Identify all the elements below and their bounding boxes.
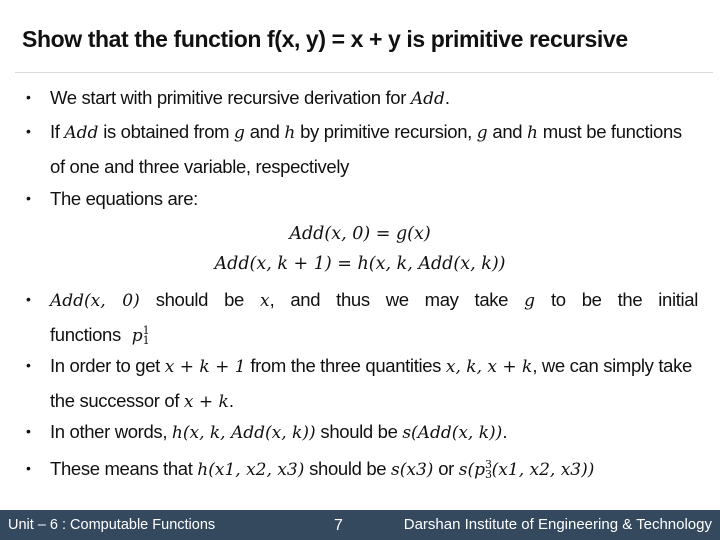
subscript: 1 — [142, 334, 150, 348]
math-run: g — [476, 123, 488, 143]
slide-footer: Unit – 6 : Computable Functions 7 Darsha… — [0, 510, 720, 540]
math-run: g — [524, 291, 536, 311]
math-run: h(x1, x2, x3) — [197, 460, 305, 480]
bullet-text: We start with primitive recursive deriva… — [50, 81, 698, 116]
math-run: s(Add(x, k)) — [402, 423, 503, 443]
text-run: . — [228, 390, 234, 411]
slide-title: Show that the function f(x, y) = x + y i… — [22, 26, 628, 52]
bullet-icon: • — [26, 190, 31, 206]
text-run: and — [487, 121, 528, 142]
math-run: g — [234, 123, 245, 143]
math-run: p — [131, 326, 143, 346]
math-run: x + k + 1 — [164, 357, 246, 377]
math-run: Add — [410, 89, 445, 109]
text-run: should be — [315, 421, 403, 442]
text-run: If — [50, 121, 65, 142]
text-run: and — [244, 121, 285, 142]
text-run: , and thus we may take — [269, 289, 525, 310]
text-run: or — [433, 458, 459, 479]
text-run: is obtained from — [98, 121, 235, 142]
projection-indices: 11 — [142, 325, 150, 348]
text-run: should be — [139, 289, 260, 310]
math-run: Add — [64, 123, 99, 143]
bullet-text: If Add is obtained from g and h by primi… — [50, 115, 698, 183]
math-run: (x1, x2, x3)) — [491, 460, 595, 480]
bullet-icon: • — [26, 460, 31, 476]
bullet-icon: • — [26, 357, 31, 373]
math-run: p — [474, 460, 485, 480]
footer-unit-label: Unit – 6 : Computable Functions — [8, 517, 216, 533]
text-run: . — [502, 421, 508, 442]
text-run: . — [444, 87, 450, 108]
page-number: 7 — [334, 517, 343, 534]
title-divider — [15, 72, 713, 73]
projection-indices: 33 — [485, 459, 492, 482]
bullet-text: These means that h(x1, x2, x3) should be… — [50, 452, 698, 487]
math-run: Add(x, 0) — [50, 291, 140, 311]
bullet-text: The equations are: — [50, 188, 198, 209]
equation-line: Add(x, k + 1) = h(x, k, Add(x, k)) — [214, 254, 506, 274]
text-run: by primitive recursion, — [295, 121, 477, 142]
text-run: We start with primitive recursive deriva… — [50, 87, 411, 108]
bullet-text: Add(x, 0) should be x, and thus we may t… — [50, 283, 698, 353]
math-run: s(x3) — [391, 460, 434, 480]
math-run: h(x, k, Add(x, k)) — [171, 423, 316, 443]
text-run: should be — [304, 458, 391, 479]
bullet-icon: • — [26, 89, 31, 105]
equation-line: Add(x, 0) = g(x) — [289, 224, 431, 244]
text-run: These means that — [50, 458, 198, 479]
bullet-icon: • — [26, 123, 31, 139]
math-run: x — [259, 291, 270, 311]
math-run: h — [527, 123, 538, 143]
math-run: x, k, x + k — [445, 357, 533, 377]
bullet-icon: • — [26, 291, 31, 307]
math-run: x + k — [183, 392, 229, 412]
text-run: from the three quantities — [245, 355, 446, 376]
bullet-icon: • — [26, 423, 31, 439]
text-run: In order to get — [50, 355, 165, 376]
bullet-text: In other words, h(x, k, Add(x, k)) shoul… — [50, 415, 698, 450]
math-run: s( — [458, 460, 475, 480]
math-run: h — [284, 123, 296, 143]
text-run: In other words, — [50, 421, 172, 442]
bullet-text: In order to get x + k + 1 from the three… — [50, 349, 698, 419]
footer-institute-name: Darshan Institute of Engineering & Techn… — [403, 516, 712, 533]
equation-block: Add(x, 0) = g(x) Add(x, k + 1) = h(x, k,… — [150, 219, 570, 279]
subscript: 3 — [485, 468, 492, 482]
